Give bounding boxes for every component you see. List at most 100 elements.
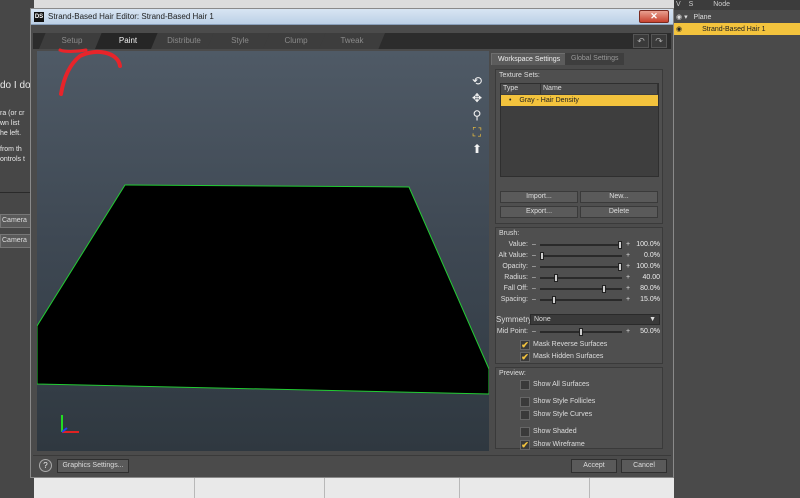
slider-knob[interactable] (618, 241, 622, 249)
graphics-settings-button[interactable]: Graphics Settings... (57, 459, 129, 473)
scene-panel: V S Node ◉ ▾ Plane ◉ Strand-Based Hair 1 (674, 0, 800, 498)
slider-fall-off[interactable]: Fall Off: – +80.0% (496, 284, 662, 294)
show-style-follicles-checkbox[interactable] (520, 397, 530, 407)
slider-knob[interactable] (618, 263, 622, 271)
texture-sets-group: Texture Sets: Type Name • Gray - Hair De… (495, 69, 663, 224)
pan-icon[interactable]: ✥ (469, 90, 485, 106)
texture-sets-table[interactable]: Type Name • Gray - Hair Density (500, 83, 659, 177)
slider-track[interactable] (540, 263, 622, 271)
mask-hidden-checkbox[interactable]: ✔ (520, 352, 530, 362)
plane-mesh (37, 184, 489, 395)
eye-icon[interactable]: ◉ (676, 14, 682, 21)
slider-value[interactable]: Value: – +100.0% (496, 240, 662, 250)
title-bar[interactable]: DS Strand-Based Hair Editor: Strand-Base… (31, 9, 673, 25)
node-column: Node (713, 1, 730, 8)
undo-button[interactable]: ↶ (633, 34, 649, 48)
slider-increment[interactable]: + (626, 295, 630, 305)
eye-icon[interactable]: ◉ (676, 26, 682, 33)
slider-opacity[interactable]: Opacity: – +100.0% (496, 262, 662, 272)
tab-workspace-settings[interactable]: Workspace Settings (491, 53, 568, 65)
main-viewport-bottom (34, 478, 674, 498)
slider-knob[interactable] (579, 328, 583, 336)
tab-distribute[interactable]: Distribute (151, 33, 217, 49)
history-tools: ↶ ↷ (631, 34, 667, 48)
slider-midpoint[interactable]: Mid Point: – + 50.0% (496, 327, 662, 337)
zoom-icon[interactable]: ⚲ (469, 107, 485, 123)
slider-track[interactable] (540, 285, 622, 293)
import-button[interactable]: Import... (500, 191, 578, 203)
texture-set-row[interactable]: • Gray - Hair Density (501, 95, 658, 106)
slider-knob[interactable] (540, 252, 544, 260)
slider-knob[interactable] (554, 274, 558, 282)
col-name[interactable]: Name (541, 84, 658, 94)
app-logo-icon: DS (34, 12, 44, 22)
show-all-surfaces-label: Show All Surfaces (533, 381, 590, 388)
chevron-down-icon: ▼ (649, 316, 656, 323)
bg-text-line: ontrols t (0, 156, 25, 163)
node-expand-icon[interactable]: ▾ (684, 14, 688, 21)
tab-style[interactable]: Style (207, 33, 273, 49)
scene-node-hair[interactable]: ◉ Strand-Based Hair 1 (674, 23, 800, 35)
slider-decrement[interactable]: – (532, 273, 536, 283)
show-shaded-label: Show Shaded (533, 428, 577, 435)
axes-gizmo-icon (61, 415, 79, 433)
bg-text-line: wn list (0, 120, 20, 127)
settings-panel: Workspace Settings Global Settings Textu… (489, 51, 669, 451)
slider-track[interactable] (540, 252, 622, 260)
slider-track[interactable] (540, 241, 622, 249)
slider-spacing[interactable]: Spacing: – +15.0% (496, 295, 662, 305)
redo-button[interactable]: ↷ (651, 34, 667, 48)
texture-set-name: Gray - Hair Density (519, 97, 579, 104)
frame-icon[interactable]: ⛶ (469, 124, 485, 140)
help-button[interactable]: ? (39, 459, 52, 472)
dialog-footer: ? Graphics Settings... Accept Cancel (33, 455, 671, 475)
accept-button[interactable]: Accept (571, 459, 617, 473)
new-button[interactable]: New... (580, 191, 658, 203)
delete-button[interactable]: Delete (580, 206, 658, 218)
mask-reverse-checkbox[interactable]: ✔ (520, 340, 530, 350)
col-type[interactable]: Type (501, 84, 541, 94)
window-title: Strand-Based Hair Editor: Strand-Based H… (48, 12, 214, 21)
show-all-surfaces-checkbox[interactable] (520, 380, 530, 390)
orbit-icon[interactable]: ⟲ (469, 73, 485, 89)
slider-decrement[interactable]: – (532, 295, 536, 305)
slider-track[interactable] (540, 296, 622, 304)
show-shaded-checkbox[interactable] (520, 427, 530, 437)
tab-tweak[interactable]: Tweak (319, 33, 385, 49)
background-left-panel: do I do ra (or cr wn list he left. from … (0, 0, 34, 498)
show-wireframe-label: Show Wireframe (533, 441, 585, 448)
slider-decrement[interactable]: – (532, 251, 536, 261)
export-button[interactable]: Export... (500, 206, 578, 218)
viewport-scene (37, 184, 489, 395)
slider-knob[interactable] (602, 285, 606, 293)
show-wireframe-checkbox[interactable]: ✔ (520, 440, 530, 450)
tab-clump[interactable]: Clump (263, 33, 329, 49)
slider-decrement[interactable]: – (532, 240, 536, 250)
slider-increment[interactable]: + (626, 284, 630, 294)
slider-decrement[interactable]: – (532, 284, 536, 294)
close-button[interactable]: ✕ (639, 10, 669, 23)
reset-icon[interactable]: ⬆ (469, 141, 485, 157)
slider-increment[interactable]: + (626, 273, 630, 283)
bg-text-line: he left. (0, 130, 22, 137)
bg-camera-button[interactable]: Camera (0, 214, 34, 228)
red-annotation-mark (58, 48, 122, 96)
slider-radius[interactable]: Radius: – +40.00 (496, 273, 662, 283)
slider-increment[interactable]: + (626, 251, 630, 261)
slider-increment[interactable]: + (626, 240, 630, 250)
bg-text-line: from th (0, 146, 22, 153)
brush-label: Brush: (499, 230, 520, 237)
show-style-curves-checkbox[interactable] (520, 410, 530, 420)
editor-viewport[interactable]: ⟲ ✥ ⚲ ⛶ ⬆ (37, 51, 489, 451)
tab-global-settings[interactable]: Global Settings (565, 53, 625, 65)
slider-knob[interactable] (552, 296, 556, 304)
bg-camera-button[interactable]: Camera (0, 234, 34, 248)
slider-decrement[interactable]: – (532, 262, 536, 272)
scene-node-plane[interactable]: ◉ ▾ Plane (674, 11, 800, 23)
symmetry-select[interactable]: None ▼ (530, 314, 660, 325)
preview-group: Preview: Show All Surfaces Show Style Fo… (495, 367, 663, 450)
slider-track[interactable] (540, 274, 622, 282)
slider-increment[interactable]: + (626, 262, 630, 272)
slider-alt-value[interactable]: Alt Value: – +0.0% (496, 251, 662, 261)
cancel-button[interactable]: Cancel (621, 459, 667, 473)
